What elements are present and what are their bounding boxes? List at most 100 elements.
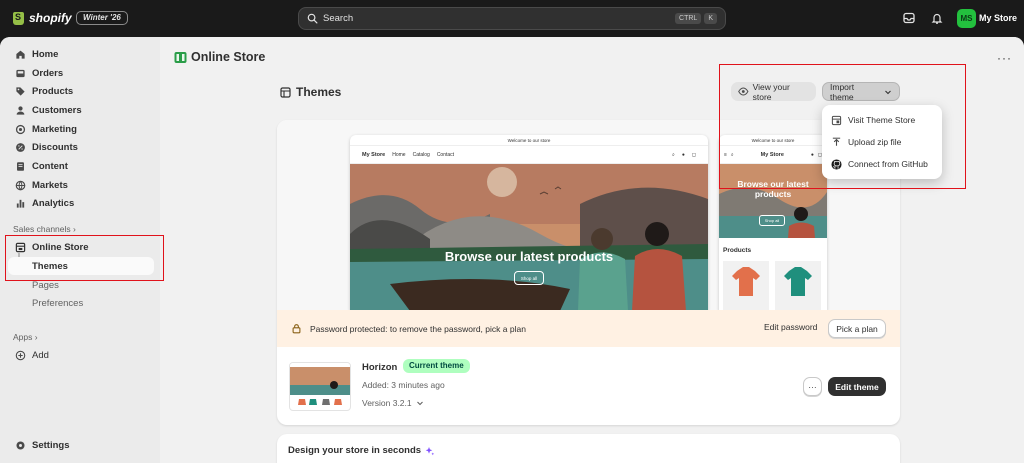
- sidebar-item-label: Home: [32, 48, 59, 60]
- connect-github-item[interactable]: Connect from GitHub: [827, 153, 937, 175]
- hero-shop-all-button: Shop all: [514, 271, 544, 285]
- inbox-icon[interactable]: [902, 11, 916, 25]
- shortcut-key-ctrl: CTRL: [675, 13, 702, 24]
- product-card-teal: [775, 261, 821, 311]
- inbox-icon: [16, 69, 25, 77]
- preview-header: My Store Home Catalog Contact ⌕ ● ◻: [350, 146, 708, 164]
- sidebar-item-customers[interactable]: Customers: [8, 101, 154, 119]
- preview-nav-item: Catalog: [412, 151, 430, 158]
- hero-banner: Browse our latest products Shop all: [350, 164, 708, 311]
- sales-channels-label: Sales channels: [13, 224, 71, 234]
- product-card-orange: [723, 261, 769, 311]
- bell-icon[interactable]: [930, 11, 944, 25]
- sidebar-item-label: Add: [32, 349, 49, 361]
- apps-header[interactable]: Apps ›: [13, 332, 38, 342]
- avatar[interactable]: MS: [957, 9, 976, 28]
- preview-menu-icon: ≡: [724, 151, 727, 158]
- import-theme-label: Import theme: [830, 81, 855, 102]
- sidebar-item-label: Markets: [32, 179, 68, 191]
- sidebar-item-home[interactable]: Home: [8, 45, 154, 63]
- preview-account-icon: ●: [810, 151, 814, 158]
- sidebar-item-label: Marketing: [32, 123, 77, 135]
- sidebar-item-marketing[interactable]: Marketing: [8, 120, 154, 138]
- announcement-bar: Welcome to our store: [350, 135, 708, 146]
- shopify-bag-icon: [13, 11, 24, 25]
- password-banner-text: Password protected: to remove the passwo…: [310, 323, 526, 334]
- sidebar-item-pages[interactable]: Pages: [8, 276, 154, 294]
- store-name[interactable]: My Store: [979, 13, 1017, 23]
- more-actions-button[interactable]: ···: [997, 51, 1012, 65]
- sidebar-item-label: Preferences: [32, 297, 84, 309]
- sidebar-item-analytics[interactable]: Analytics: [8, 194, 154, 212]
- edit-theme-button[interactable]: Edit theme: [828, 377, 886, 396]
- document-icon: [17, 161, 24, 171]
- sidebar-item-orders[interactable]: Orders: [8, 64, 154, 82]
- edit-password-button[interactable]: Edit password: [764, 322, 817, 332]
- page-title-text: Online Store: [191, 50, 266, 64]
- sidebar-item-add-app[interactable]: Add: [8, 346, 154, 364]
- theme-version-text: Version 3.2.1: [362, 398, 412, 408]
- sidebar-item-label: Settings: [32, 439, 70, 451]
- lock-icon: [292, 324, 301, 334]
- search-bar[interactable]: Search CTRL K: [298, 7, 726, 30]
- sidebar-item-markets[interactable]: Markets: [8, 176, 154, 194]
- home-icon: [16, 50, 25, 59]
- pick-a-plan-button[interactable]: Pick a plan: [828, 319, 886, 338]
- target-icon: [15, 124, 26, 134]
- themes-heading-text: Themes: [296, 85, 342, 99]
- sidebar-item-online-store[interactable]: Online Store: [8, 238, 154, 256]
- sidebar-item-discounts[interactable]: Discounts: [8, 138, 154, 156]
- view-your-store-button[interactable]: View your store: [731, 81, 816, 102]
- preview-nav-item: Home: [392, 151, 406, 158]
- mobile-hero-heading: Browse our latest products: [737, 179, 809, 199]
- import-theme-menu: Visit Theme Store Upload zip file Connec…: [822, 105, 942, 179]
- import-theme-button[interactable]: Import theme: [822, 81, 900, 102]
- visit-theme-store-item[interactable]: Visit Theme Store: [827, 109, 937, 131]
- plus-circle-icon: [15, 350, 26, 360]
- sidebar-item-products[interactable]: Products: [8, 82, 154, 100]
- sidebar-item-label: Online Store: [32, 241, 89, 253]
- store-icon: [831, 115, 842, 125]
- mobile-shop-all-button: Shop all: [759, 215, 785, 226]
- theme-version-selector[interactable]: Version 3.2.1: [362, 398, 424, 408]
- upload-zip-item[interactable]: Upload zip file: [827, 131, 937, 153]
- theme-thumbnail-image: [290, 363, 350, 405]
- sidebar-item-themes[interactable]: Themes: [8, 257, 154, 275]
- sidebar-item-label: Analytics: [32, 197, 75, 209]
- menu-item-label: Upload zip file: [848, 137, 902, 147]
- orange-tshirt-icon: [732, 267, 760, 296]
- mobile-preview-header: ≡ ⌕ My Store ● ◻: [719, 146, 827, 164]
- preview-store-name: My Store: [362, 151, 386, 158]
- sparkle-icon: [425, 446, 435, 455]
- hero-heading: Browse our latest products: [444, 249, 614, 264]
- design-card-title-text: Design your store in seconds: [288, 445, 422, 456]
- admin-shell: Home Orders Products Customers Marketing…: [0, 37, 1024, 463]
- sidebar-item-label: Themes: [32, 260, 68, 272]
- sidebar-item-content[interactable]: Content: [8, 157, 154, 175]
- desktop-preview[interactable]: Welcome to our store My Store Home Catal…: [350, 135, 708, 311]
- sidebar-item-preferences[interactable]: Preferences: [8, 294, 154, 312]
- person-icon: [16, 105, 25, 115]
- chevron-right-icon: ›: [73, 224, 76, 234]
- preview-account-icon: ●: [681, 151, 685, 158]
- shopify-logo[interactable]: shopify: [13, 11, 72, 25]
- sales-channels-header[interactable]: Sales channels ›: [13, 224, 76, 234]
- mobile-preview[interactable]: Welcome to our store ≡ ⌕ My Store ● ◻ Br…: [719, 135, 827, 311]
- theme-thumbnail[interactable]: [289, 362, 351, 411]
- theme-more-actions-button[interactable]: ···: [803, 377, 822, 396]
- preview-search-icon: ⌕: [730, 151, 734, 158]
- storefront-icon: [15, 242, 26, 252]
- theme-name: Horizon: [362, 362, 398, 373]
- view-your-store-label: View your store: [752, 81, 790, 102]
- chevron-down-icon: [885, 90, 891, 94]
- mobile-store-name: My Store: [760, 151, 784, 158]
- top-bar: shopify Winter '26 Search CTRL K MS My S…: [0, 0, 1024, 37]
- main-content: Online Store ··· Themes View your store …: [160, 37, 1024, 463]
- sidebar-item-label: Content: [32, 160, 68, 172]
- sidebar-item-settings[interactable]: Settings: [8, 436, 154, 454]
- globe-icon: [15, 180, 26, 190]
- preview-search-icon: ⌕: [672, 151, 675, 158]
- edition-badge[interactable]: Winter '26: [76, 11, 128, 25]
- theme-preview: Welcome to our store My Store Home Catal…: [277, 120, 900, 311]
- chevron-right-icon: ›: [34, 332, 38, 342]
